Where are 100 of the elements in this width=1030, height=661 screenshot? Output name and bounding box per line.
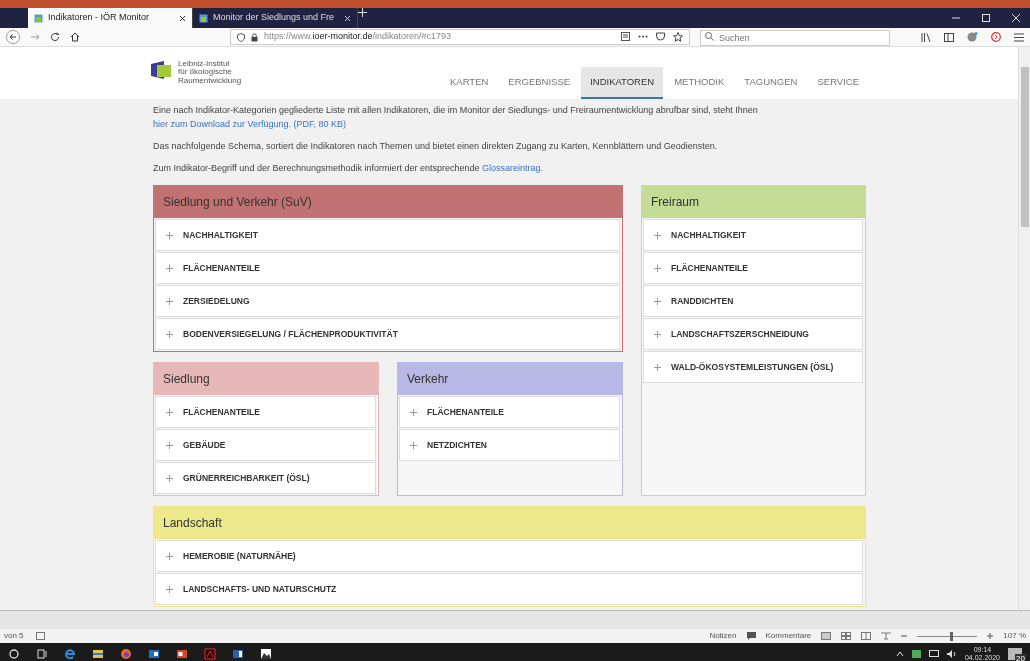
indicator-item[interactable]: WALD-ÖKOSYSTEMLEISTUNGEN (ÖSL): [643, 351, 863, 383]
search-field[interactable]: Suchen: [700, 30, 890, 46]
indicator-label: FLÄCHENANTEILE: [427, 405, 504, 419]
normal-view-icon[interactable]: [821, 632, 832, 640]
plus-icon: [166, 585, 173, 593]
plus-icon: [410, 441, 417, 449]
plus-icon: [166, 474, 173, 482]
text-link[interactable]: hier zum Download zur Verfügung. (PDF, 80 KB): [153, 119, 347, 129]
url-field[interactable]: https://www.ioer-monitor.de/indikatoren/#c1793: [230, 29, 690, 45]
slideshow-icon[interactable]: [881, 632, 892, 640]
paragraph: Zum Indikator-Begriff und der Berechnungsmethodik informiert der entsprechende Glossareintrag.: [153, 162, 545, 175]
plus-icon: [166, 297, 173, 305]
indicator-label: FLÄCHENANTEILE: [183, 405, 260, 419]
mail-app-icon[interactable]: [148, 647, 160, 660]
plus-icon: [166, 552, 173, 560]
indicator-label: LANDSCHAFTS- UND NATURSCHUTZ: [183, 582, 337, 596]
indicator-item[interactable]: LANDSCHAFTSZERSCHNEIDUNG: [643, 318, 863, 350]
indicator-item[interactable]: HEMEROBIE (NATURNÄHE): [155, 540, 863, 572]
indicator-item[interactable]: NACHHALTIGKEIT: [155, 219, 620, 251]
indicator-item[interactable]: NETZDICHTEN: [399, 429, 620, 461]
app-tray-icon[interactable]: [911, 649, 921, 658]
plus-icon: [166, 330, 173, 338]
home-icon[interactable]: [70, 32, 80, 42]
plus-icon: [654, 297, 661, 305]
addon-icon[interactable]: [991, 32, 1001, 42]
browser-e-icon[interactable]: [64, 647, 76, 660]
text-link[interactable]: Glossareintrag: [482, 163, 541, 173]
doc-app-icon[interactable]: [232, 647, 244, 660]
nav-link[interactable]: ERGEBNISSE: [499, 66, 580, 99]
indicator-item[interactable]: FLÄCHENANTEILE: [643, 252, 863, 284]
plus-icon: [654, 264, 661, 272]
nav-link[interactable]: INDIKATOREN: [581, 66, 664, 99]
forward-icon[interactable]: [30, 32, 40, 42]
speaker-icon[interactable]: [946, 649, 957, 658]
task-view-icon[interactable]: [36, 647, 48, 660]
indicator-item[interactable]: GEBÄUDE: [155, 429, 376, 461]
institute-logo-icon: [150, 59, 172, 80]
panel-header: Siedlung: [154, 363, 378, 395]
minimize-icon[interactable]: [952, 14, 960, 22]
browser-tab[interactable]: Indikatoren - IÖR Monitor: [28, 8, 193, 28]
indicator-label: WALD-ÖKOSYSTEMLEISTUNGEN (ÖSL): [671, 360, 834, 374]
plus-icon: [654, 330, 661, 338]
slider-thumb[interactable]: [950, 631, 954, 641]
reload-icon[interactable]: [50, 32, 60, 42]
notes-button[interactable]: Notizen: [709, 630, 737, 642]
panel-header: Verkehr: [398, 363, 622, 395]
zoom-level: 107 %: [1003, 630, 1026, 642]
indicator-item[interactable]: FLÄCHENANTEILE: [399, 396, 620, 428]
scrollbar[interactable]: [1018, 47, 1030, 610]
network-icon[interactable]: [928, 649, 939, 658]
account-icon[interactable]: [967, 32, 978, 42]
nav-link[interactable]: METHODIK: [665, 66, 734, 99]
nav-link[interactable]: KARTEN: [440, 66, 498, 99]
new-tab-icon[interactable]: [358, 8, 367, 17]
indicator-item[interactable]: BODENVERSIEGELUNG / FLÄCHENPRODUKTIVITÄT: [155, 318, 620, 350]
indicator-item[interactable]: ZERSIEDELUNG: [155, 285, 620, 317]
comments-button[interactable]: Kommentare: [765, 630, 812, 642]
pocket-icon[interactable]: [656, 32, 665, 41]
slides-app-icon[interactable]: [176, 647, 188, 660]
indicator-item[interactable]: RANDDICHTEN: [643, 285, 863, 317]
indicator-label: NACHHALTIGKEIT: [671, 228, 746, 242]
zoom-in-icon[interactable]: [987, 633, 994, 639]
indicator-item[interactable]: GRÜNERREICHBARKEIT (ÖSL): [155, 462, 376, 494]
shield-icon: [237, 32, 245, 42]
indicator-label: RANDDICHTEN: [671, 294, 734, 308]
pdf-app-icon[interactable]: [204, 647, 216, 660]
reading-view-icon[interactable]: [861, 632, 872, 640]
panel-header: Landschaft: [154, 507, 865, 539]
logo-text: Leibniz-Institut für ökologische Raumentwicklung: [178, 59, 242, 85]
indicator-item[interactable]: NACHHALTIGKEIT: [643, 219, 863, 251]
folder-icon[interactable]: [92, 647, 104, 660]
indicator-label: FLÄCHENANTEILE: [671, 261, 748, 275]
plus-icon: [654, 231, 661, 239]
chevron-up-icon[interactable]: [895, 650, 904, 657]
back-icon[interactable]: [6, 30, 20, 44]
close-icon[interactable]: [179, 14, 186, 22]
plus-icon: [166, 441, 173, 449]
plus-icon: [166, 408, 173, 416]
sorter-view-icon[interactable]: [841, 632, 852, 640]
start-circle-icon[interactable]: [8, 647, 20, 660]
plus-icon: [166, 264, 173, 272]
reader-view-icon[interactable]: [621, 32, 630, 41]
library-icon[interactable]: [921, 32, 931, 42]
nav-link[interactable]: SERVICE: [808, 66, 868, 99]
indicator-label: HEMEROBIE (NATURNÄHE): [183, 549, 296, 563]
paragraph: Das nachfolgende Schema, sortiert die Indikatoren nach Themen und bietet einen direkten Zugang zu Karten, Kennblättern und Geodiensten.: [153, 140, 719, 153]
sidebar-icon[interactable]: [944, 32, 954, 42]
star-icon[interactable]: [673, 32, 683, 42]
panel-header: Freiraum: [642, 186, 865, 218]
firefox-icon[interactable]: [120, 647, 132, 660]
menu-icon[interactable]: [1014, 32, 1024, 42]
image-app-icon[interactable]: [260, 647, 272, 660]
maximize-icon[interactable]: [982, 14, 990, 22]
lock-icon: [251, 32, 258, 42]
search-icon: [705, 32, 714, 41]
indicator-item[interactable]: FLÄCHENANTEILE: [155, 396, 376, 428]
indicator-item[interactable]: FLÄCHENANTEILE: [155, 252, 620, 284]
indicator-item[interactable]: LANDSCHAFTS- UND NATURSCHUTZ: [155, 573, 863, 605]
nav-link[interactable]: TAGUNGEN: [735, 66, 807, 99]
paragraph: Eine nach Indikator-Kategorien gegliederte Liste mit allen Indikatoren, die im Monitor der Siedlungs- und Freiraumentwicklung abrufbar sind, steht Ihnen hier zum Download zur Verfügung. (PDF, 80 KB): [153, 104, 759, 131]
